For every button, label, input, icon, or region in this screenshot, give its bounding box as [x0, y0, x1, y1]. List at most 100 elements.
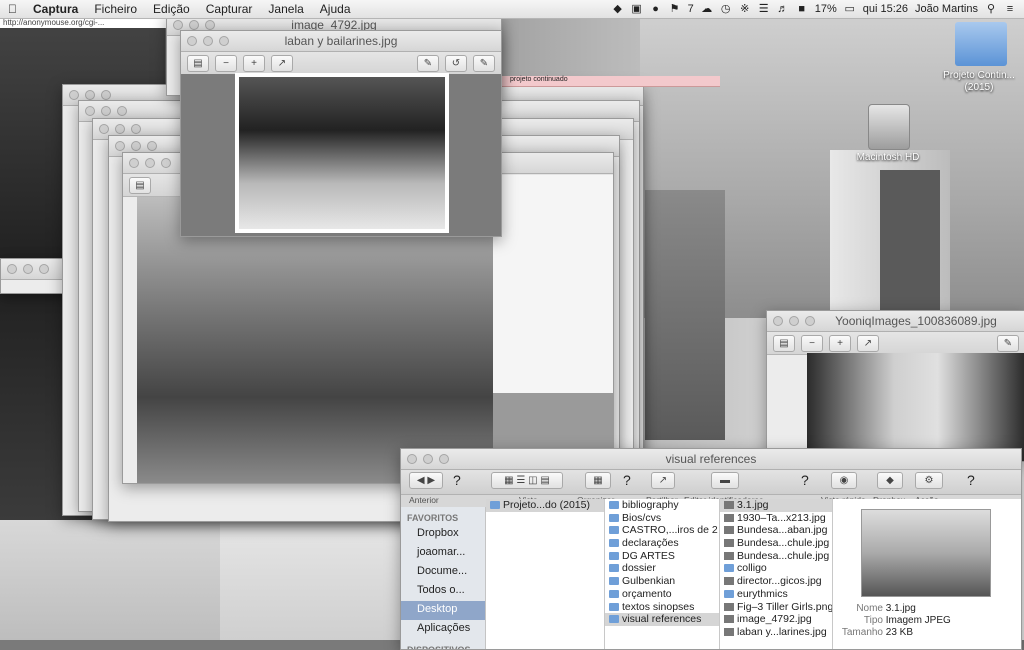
list-item[interactable]: Projeto...do (2015) [486, 499, 604, 512]
list-item[interactable]: Bundesa...chule.jpg [720, 550, 832, 563]
battery-icon[interactable]: ▭ [844, 3, 856, 15]
list-item[interactable]: Bios/cvs [605, 512, 719, 525]
notification-center-icon[interactable]: ≡ [1004, 3, 1016, 15]
help-icon[interactable]: ? [801, 472, 809, 488]
folder-icon[interactable] [955, 22, 1007, 66]
preview-thumbnail [861, 509, 991, 597]
notes-icon[interactable]: ▣ [631, 3, 643, 15]
zoom-out-button[interactable]: − [215, 54, 237, 72]
window-title: laban y bailarines.jpg [284, 34, 398, 48]
sidebar-heading-devices: DISPOSITIVOS [407, 645, 471, 650]
wallpaper-photo-region [880, 170, 940, 310]
sidebar-toggle-button[interactable]: ▤ [187, 54, 209, 72]
finder-column-3: 3.1.jpg 1930–Ta...x213.jpg Bundesa...aba… [720, 499, 833, 649]
list-item[interactable]: declarações [605, 537, 719, 550]
share-button[interactable]: ↗ [651, 472, 675, 489]
flag-count: 7 [687, 3, 694, 15]
list-item[interactable]: Fig–3 Tiller Girls.png [720, 601, 832, 614]
toolbar-label-back: Anterior [409, 495, 439, 505]
menu-capturar[interactable]: Capturar [198, 2, 261, 16]
action-gear-button[interactable]: ⚙ [915, 472, 943, 489]
list-item[interactable]: Gulbenkian [605, 575, 719, 588]
finder-window[interactable]: visual references ◀ ▶ ? ▦ ☰ ◫ ▤ ▦ ? ↗ ▬ … [400, 448, 1022, 650]
clock[interactable]: qui 15:26 [863, 3, 908, 15]
time-machine-icon[interactable]: ◷ [720, 3, 732, 15]
zoom-in-button[interactable]: + [243, 54, 265, 72]
user-name[interactable]: João Martins [915, 3, 978, 15]
language-flag-icon[interactable]: ■ [796, 3, 808, 15]
info-value-size: 23 KB [885, 627, 914, 638]
hard-drive-label[interactable]: Macintosh HD [848, 152, 928, 163]
hard-drive-icon[interactable] [868, 104, 910, 150]
list-item[interactable]: director...gicos.jpg [720, 575, 832, 588]
portrait-photo [807, 353, 1024, 461]
menu-edicao[interactable]: Edição [145, 2, 198, 16]
menu-ficheiro[interactable]: Ficheiro [86, 2, 145, 16]
spotlight-search-icon[interactable]: ⚲ [985, 3, 997, 15]
list-item[interactable]: CASTRO,...iros de 2 [605, 524, 719, 537]
dropbox-button[interactable]: ◆ [877, 472, 903, 489]
wallpaper-photo-region [645, 190, 725, 440]
sidebar-item-desktop[interactable]: Desktop [401, 601, 485, 620]
sidebar-item-all-files[interactable]: Todos o... [401, 582, 485, 601]
list-item[interactable]: eurythmics [720, 588, 832, 601]
share-button[interactable]: ↗ [271, 54, 293, 72]
share-button[interactable]: ↗ [857, 334, 879, 352]
url-snippet: http://anonymouse.org/cgi-... [0, 18, 173, 28]
help-icon[interactable]: ? [967, 472, 975, 488]
view-mode-button[interactable]: ▦ ☰ ◫ ▤ [491, 472, 563, 489]
flag-icon[interactable]: ⚑ [669, 3, 681, 15]
list-item[interactable]: laban y...larines.jpg [720, 626, 832, 639]
finder-column-1: Projeto...do (2015) [486, 499, 605, 649]
list-item[interactable]: visual references [605, 613, 719, 626]
list-item[interactable]: Bundesa...chule.jpg [720, 537, 832, 550]
list-item[interactable]: image_4792.jpg [720, 613, 832, 626]
info-value-name: 3.1.jpg [885, 603, 916, 614]
menu-app-name[interactable]: Captura [25, 2, 86, 16]
bluetooth-icon[interactable]: ※ [739, 3, 751, 15]
list-item[interactable]: DG ARTES [605, 550, 719, 563]
list-item[interactable]: Bundesa...aban.jpg [720, 524, 832, 537]
help-icon[interactable]: ? [623, 472, 631, 488]
dancers-photo [239, 77, 445, 229]
cloud-icon[interactable]: ☁ [701, 3, 713, 15]
menu-ajuda[interactable]: Ajuda [312, 2, 359, 16]
list-item[interactable]: dossier [605, 562, 719, 575]
finder-sidebar: FAVORITOS Dropbox joaomar... Docume... T… [401, 507, 486, 650]
volume-icon[interactable]: ♬ [777, 3, 789, 15]
sidebar-item-applications[interactable]: Aplicações [401, 620, 485, 639]
finder-preview-pane: Nome 3.1.jpg Tipo Imagem JPEG Tamanho 23… [833, 499, 1021, 649]
finder-column-2: bibliography Bios/cvs CASTRO,...iros de … [605, 499, 720, 649]
sidebar-item-dropbox[interactable]: Dropbox [401, 525, 485, 544]
preview-window-laban[interactable]: laban y bailarines.jpg ▤ − + ↗ ✎ ↺ ✎ [180, 30, 502, 237]
skype-icon[interactable]: ● [650, 3, 662, 15]
desktop-folder-label[interactable]: Projeto Contin...(2015) [935, 70, 1023, 94]
dropbox-icon[interactable]: ◆ [612, 3, 624, 15]
arrange-button[interactable]: ▦ [585, 472, 611, 489]
markup-button[interactable]: ✎ [417, 54, 439, 72]
sidebar-toggle-button[interactable]: ▤ [773, 334, 795, 352]
list-item[interactable]: colligo [720, 562, 832, 575]
wifi-icon[interactable]: ☰ [758, 3, 770, 15]
sidebar-item-home[interactable]: joaomar... [401, 544, 485, 563]
list-item[interactable]: orçamento [605, 588, 719, 601]
tags-button[interactable]: ▬ [711, 472, 739, 489]
sticky-note[interactable]: projeto continuado [496, 76, 720, 87]
rotate-button[interactable]: ↺ [445, 54, 467, 72]
list-item[interactable]: 1930–Ta...x213.jpg [720, 512, 832, 525]
menu-janela[interactable]: Janela [260, 2, 311, 16]
sidebar-item-documents[interactable]: Docume... [401, 563, 485, 582]
markup-button[interactable]: ✎ [997, 334, 1019, 352]
list-item[interactable]: textos sinopses [605, 601, 719, 614]
help-icon[interactable]: ? [453, 472, 461, 488]
preview-window-yooniq[interactable]: YooniqImages_100836089.jpg ▤ − + ↗ ✎ [766, 310, 1024, 462]
sidebar-toggle-button[interactable]: ▤ [129, 176, 151, 194]
back-forward-button[interactable]: ◀ ▶ [409, 472, 443, 489]
list-item[interactable]: bibliography [605, 499, 719, 512]
quick-look-button[interactable]: ◉ [831, 472, 857, 489]
list-item[interactable]: 3.1.jpg [720, 499, 832, 512]
edit-button[interactable]: ✎ [473, 54, 495, 72]
zoom-out-button[interactable]: − [801, 334, 823, 352]
zoom-in-button[interactable]: + [829, 334, 851, 352]
apple-menu-icon[interactable]:  [0, 2, 25, 16]
